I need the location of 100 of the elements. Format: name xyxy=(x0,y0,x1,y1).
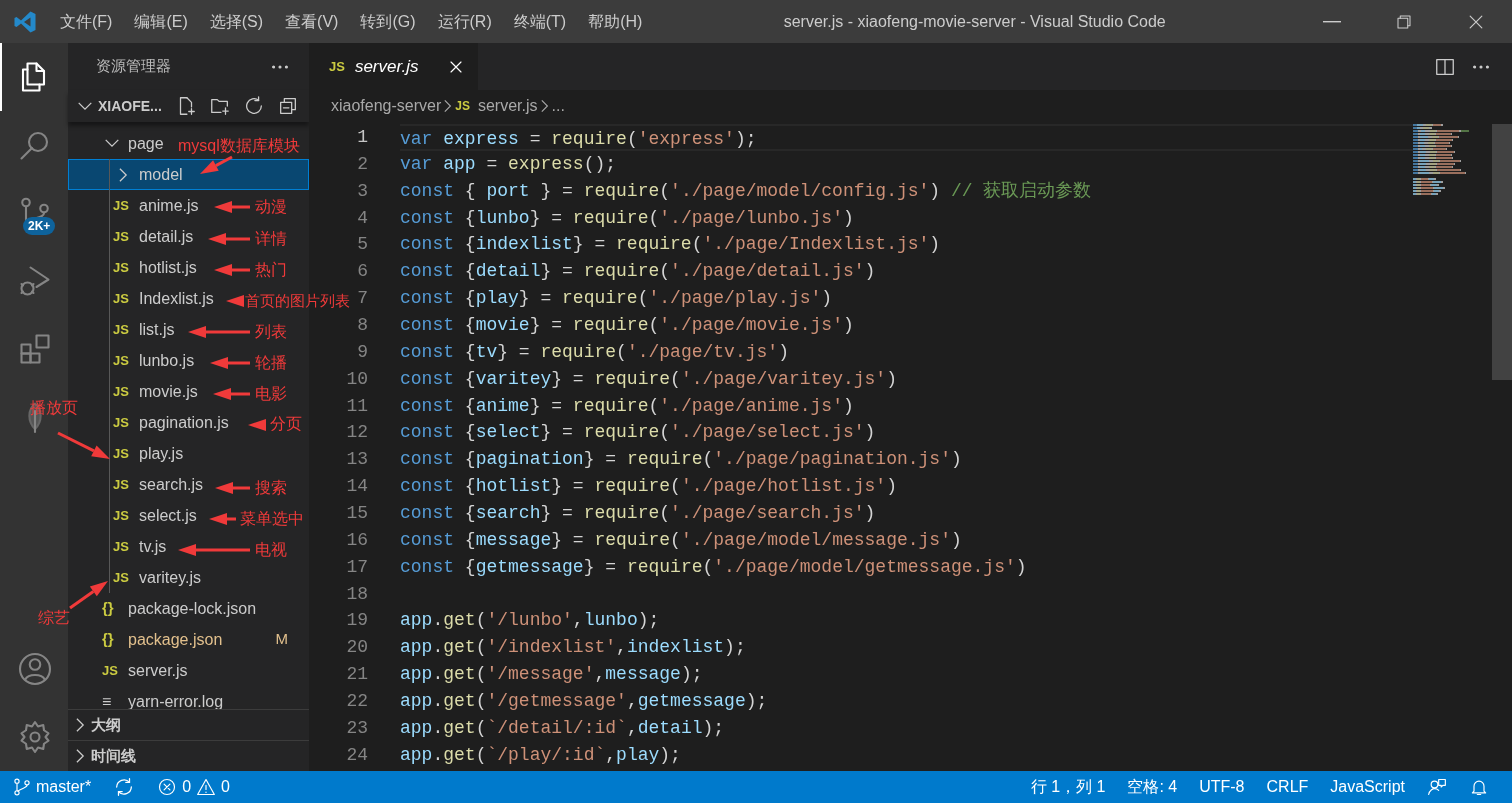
line-number: 7 xyxy=(357,288,368,309)
code-line: const {select} = require('./page/select.js') xyxy=(400,421,876,445)
run-debug-icon xyxy=(17,263,53,299)
tree-item[interactable]: JS search.js xyxy=(68,469,215,500)
tree-item[interactable]: JS select.js xyxy=(68,500,208,531)
menu-item[interactable]: 帮助(H) xyxy=(577,0,654,43)
annotation-label: 菜单选中 xyxy=(240,509,304,529)
breadcrumb-item[interactable]: xiaofeng-server xyxy=(331,94,442,118)
file-name: select.js xyxy=(139,505,197,526)
file-name: detail.js xyxy=(139,226,194,247)
tree-item[interactable]: JS anime.js xyxy=(68,190,210,221)
line-number: 18 xyxy=(346,583,368,604)
code-line: const {tv} = require('./page/tv.js') xyxy=(400,340,789,364)
tree-item[interactable]: XIAOFE... xyxy=(68,90,309,122)
chevron-right-icon xyxy=(540,98,549,114)
status-item[interactable]: UTF-8 xyxy=(1188,775,1256,799)
code-line: app.get(`/play/:id`,play); xyxy=(400,743,681,767)
file-name: tv.js xyxy=(139,536,167,557)
editor-tab[interactable]: JS server.js xyxy=(309,43,478,90)
scrollbar-thumb[interactable] xyxy=(1492,124,1512,380)
error-count: 0 xyxy=(182,777,192,797)
tree-item[interactable]: JS play.js xyxy=(68,438,195,469)
status-letter: M xyxy=(275,629,288,650)
code-line: var express = require('express'); xyxy=(400,128,757,151)
line-number: 13 xyxy=(346,449,368,470)
annotation-label: 分页 xyxy=(270,414,302,434)
js-file-icon: JS xyxy=(113,412,133,433)
annotation-arrow xyxy=(248,419,268,431)
file-name: play.js xyxy=(139,443,184,464)
js-file-icon: JS xyxy=(113,288,133,309)
js-file-icon: JS xyxy=(113,536,133,557)
tree-item[interactable]: ≡ yarn-error.log xyxy=(68,686,235,709)
refresh-icon[interactable] xyxy=(243,95,265,117)
tree-item[interactable]: {} package.json M xyxy=(68,624,309,655)
problems-button[interactable]: 0 0 xyxy=(157,775,230,799)
tree-item[interactable]: page xyxy=(68,128,175,159)
file-name: movie.js xyxy=(139,381,198,402)
warning-count: 0 xyxy=(221,777,230,797)
tree-item[interactable]: JS tv.js xyxy=(68,531,178,562)
menu-item[interactable]: 终端(T) xyxy=(502,0,578,43)
line-number: 22 xyxy=(346,691,368,712)
window-title: server.js - xiaofeng-movie-server - Visual Studio Code xyxy=(782,11,1167,32)
tree-item[interactable]: JS list.js xyxy=(68,314,186,345)
tree-item[interactable]: JS hotlist.js xyxy=(68,252,208,283)
tree-item[interactable]: JS server.js xyxy=(68,655,199,686)
js-file-icon: JS xyxy=(455,97,470,115)
menu-item[interactable]: 查看(V) xyxy=(274,0,350,43)
code-line: const {message} = require('./page/model/message.js') xyxy=(400,528,962,552)
line-number: 12 xyxy=(346,422,368,443)
status-item[interactable]: CRLF xyxy=(1255,775,1320,799)
code-line: const {pagination} = require('./page/pagination.js') xyxy=(400,448,962,472)
tab-label: server.js xyxy=(354,55,420,78)
breadcrumb-item[interactable]: ... xyxy=(551,94,565,118)
line-number: 16 xyxy=(346,529,368,550)
branch-button[interactable]: master* xyxy=(12,775,92,799)
menu-item[interactable]: 转到(G) xyxy=(349,0,427,43)
code-line: const { port } = require('./page/model/config.js') // 获取启动参数 xyxy=(400,179,1092,203)
file-name: package-lock.json xyxy=(128,598,257,619)
code-line: const {getmessage} = require('./page/model/getmessage.js') xyxy=(400,555,1027,579)
chevron-right-icon xyxy=(76,716,85,734)
line-number: 6 xyxy=(357,261,368,282)
file-name: server.js xyxy=(128,660,188,681)
annotation-label: 动漫 xyxy=(255,197,287,217)
annotation-label: 综艺 xyxy=(38,608,70,628)
file-name: list.js xyxy=(139,319,175,340)
minimize-icon xyxy=(1323,20,1341,23)
tree-item[interactable]: JS lunbo.js xyxy=(68,345,206,376)
json-file-icon: {} xyxy=(102,597,122,620)
js-file-icon: JS xyxy=(102,660,122,681)
code-line: app.get('/indexlist',indexlist); xyxy=(400,636,746,660)
js-file-icon: JS xyxy=(113,226,133,247)
annotation-arrow xyxy=(215,482,250,494)
menu-item[interactable]: 编辑(E) xyxy=(123,0,199,43)
code-line: const {lunbo} = require('./page/lunbo.js') xyxy=(400,206,854,230)
breadcrumb-item[interactable]: server.js xyxy=(477,94,538,118)
tree-item[interactable]: JS Indexlist.js xyxy=(68,283,225,314)
tree-item[interactable]: JS detail.js xyxy=(68,221,205,252)
status-item[interactable]: 行 1，列 1 xyxy=(1019,775,1117,799)
folder-name: XIAOFE... xyxy=(98,96,162,116)
status-item[interactable]: 空格: 4 xyxy=(1116,775,1189,799)
status-item[interactable]: JavaScript xyxy=(1319,775,1416,799)
annotation-arrow xyxy=(214,201,250,213)
menu-item[interactable]: 文件(F) xyxy=(49,0,124,43)
line-number: 23 xyxy=(346,717,368,738)
line-number: 1 xyxy=(357,127,368,147)
menu-item[interactable]: 选择(S) xyxy=(198,0,275,43)
annotation-arrow xyxy=(209,513,236,525)
annotation-label: 电影 xyxy=(255,384,287,404)
code-line: app.get('/getmessage',getmessage); xyxy=(400,690,768,714)
panel-title: 时间线 xyxy=(91,745,136,766)
annotation-label: 播放页 xyxy=(30,398,78,418)
collapse-all-icon[interactable] xyxy=(277,95,299,117)
tree-item[interactable]: JS varitey.js xyxy=(68,562,212,593)
menu-item[interactable]: 运行(R) xyxy=(426,0,503,43)
activity-bar-item[interactable]: 2K+ xyxy=(0,179,68,247)
line-number: 21 xyxy=(346,664,368,685)
badge: 2K+ xyxy=(23,217,56,235)
tree-item[interactable]: model xyxy=(68,159,309,190)
file-name: anime.js xyxy=(139,195,199,216)
code-line: const {indexlist} = require('./page/Indexlist.js') xyxy=(400,233,941,257)
